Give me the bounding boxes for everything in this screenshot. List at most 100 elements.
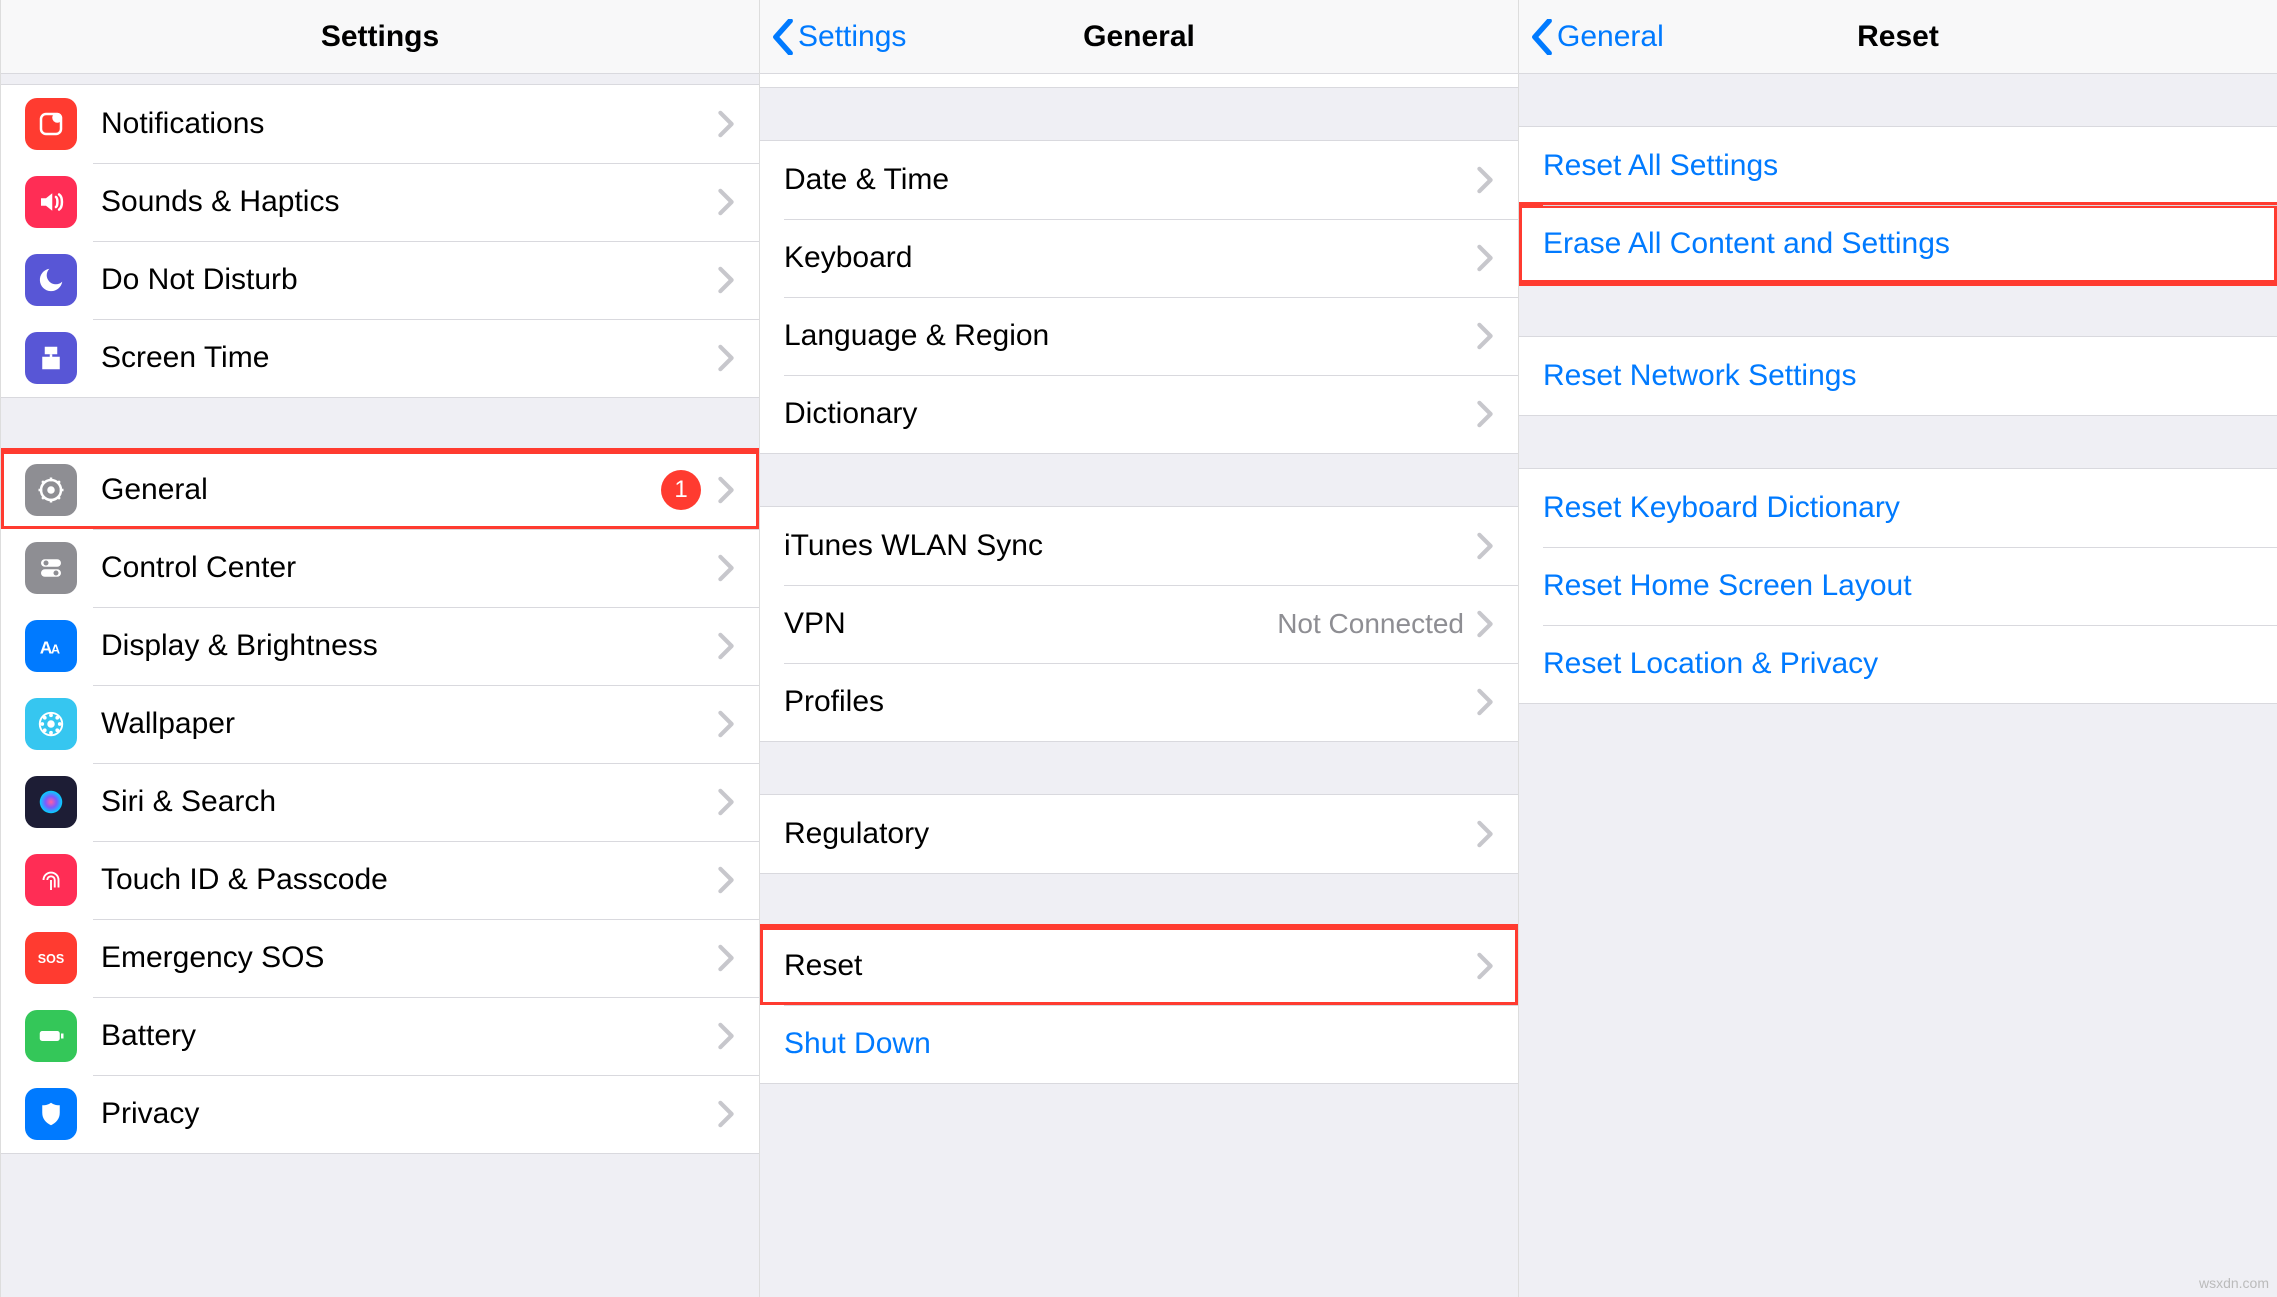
chevron-right-icon <box>717 788 735 816</box>
row-label: Siri & Search <box>101 785 717 819</box>
row-reset-keyboard-dictionary[interactable]: Reset Keyboard Dictionary <box>1519 469 2277 547</box>
chevron-right-icon <box>1476 688 1494 716</box>
row-touch-id-passcode[interactable]: Touch ID & Passcode <box>1 841 759 919</box>
back-button[interactable]: General <box>1519 19 1664 55</box>
group-general: General1 Control Center AA Display & Bright… <box>1 450 759 1154</box>
row-do-not-disturb[interactable]: Do Not Disturb <box>1 241 759 319</box>
nav-bar: General Reset <box>1519 0 2277 74</box>
row-label: Touch ID & Passcode <box>101 863 717 897</box>
row-reset-network-settings[interactable]: Reset Network Settings <box>1519 337 2277 415</box>
dnd-icon <box>25 254 77 306</box>
row-label: Erase All Content and Settings <box>1543 227 2253 261</box>
row-reset-all-settings[interactable]: Reset All Settings <box>1519 127 2277 205</box>
row-notifications[interactable]: Notifications <box>1 85 759 163</box>
row-label: Reset Keyboard Dictionary <box>1543 491 2253 525</box>
row-display-brightness[interactable]: AA Display & Brightness <box>1 607 759 685</box>
row-dictionary[interactable]: Dictionary <box>760 375 1518 453</box>
chevron-right-icon <box>717 632 735 660</box>
svg-text:SOS: SOS <box>38 952 64 966</box>
back-label: General <box>1557 20 1664 54</box>
row-label: Display & Brightness <box>101 629 717 663</box>
row-label: Privacy <box>101 1097 717 1131</box>
row-label: Reset All Settings <box>1543 149 2253 183</box>
settings-panel: Settings Notifications Sounds & Haptics Do… <box>0 0 759 1297</box>
row-battery[interactable]: Battery <box>1 997 759 1075</box>
row-label: Sounds & Haptics <box>101 185 717 219</box>
watermark: wsxdn.com <box>2199 1275 2269 1291</box>
chevron-right-icon <box>1476 400 1494 428</box>
row-label: General <box>101 473 661 507</box>
row-date-time[interactable]: Date & Time <box>760 141 1518 219</box>
nav-bar: Settings General <box>760 0 1518 74</box>
row-shut-down[interactable]: Shut Down <box>760 1005 1518 1083</box>
svg-text:A: A <box>51 643 60 657</box>
chevron-right-icon <box>1476 532 1494 560</box>
chevron-right-icon <box>717 344 735 372</box>
row-wallpaper[interactable]: Wallpaper <box>1 685 759 763</box>
chevron-right-icon <box>717 266 735 294</box>
chevron-right-icon <box>717 554 735 582</box>
row-keyboard[interactable]: Keyboard <box>760 219 1518 297</box>
row-language-region[interactable]: Language & Region <box>760 297 1518 375</box>
row-screen-time[interactable]: Screen Time <box>1 319 759 397</box>
touchid-icon <box>25 854 77 906</box>
battery-icon <box>25 1010 77 1062</box>
row-label: Profiles <box>784 685 1476 719</box>
row-label: Screen Time <box>101 341 717 375</box>
chevron-right-icon <box>717 944 735 972</box>
chevron-right-icon <box>1476 610 1494 638</box>
row-reset[interactable]: Reset <box>760 927 1518 1005</box>
general-icon <box>25 464 77 516</box>
sounds-icon <box>25 176 77 228</box>
row-erase-all-content-and-settings[interactable]: Erase All Content and Settings <box>1519 205 2277 283</box>
row-label: Language & Region <box>784 319 1476 353</box>
row-label: iTunes WLAN Sync <box>784 529 1476 563</box>
group-notifications: Notifications Sounds & Haptics Do Not Dist… <box>1 84 759 398</box>
row-itunes-wlan-sync[interactable]: iTunes WLAN Sync <box>760 507 1518 585</box>
row-label: Notifications <box>101 107 717 141</box>
controlcenter-icon <box>25 542 77 594</box>
chevron-right-icon <box>717 866 735 894</box>
back-button[interactable]: Settings <box>760 19 906 55</box>
row-label: Date & Time <box>784 163 1476 197</box>
row-emergency-sos[interactable]: SOS Emergency SOS <box>1 919 759 997</box>
row-label: Wallpaper <box>101 707 717 741</box>
row-label: Reset <box>784 949 1476 983</box>
sos-icon: SOS <box>25 932 77 984</box>
back-label: Settings <box>798 20 906 54</box>
row-regulatory[interactable]: Regulatory <box>760 795 1518 873</box>
row-label: Reset Location & Privacy <box>1543 647 2253 681</box>
chevron-right-icon <box>717 710 735 738</box>
row-label: Keyboard <box>784 241 1476 275</box>
row-label: Control Center <box>101 551 717 585</box>
wallpaper-icon <box>25 698 77 750</box>
row-sounds-haptics[interactable]: Sounds & Haptics <box>1 163 759 241</box>
chevron-left-icon <box>772 19 794 55</box>
row-profiles[interactable]: Profiles <box>760 663 1518 741</box>
chevron-right-icon <box>717 110 735 138</box>
row-privacy[interactable]: Privacy <box>1 1075 759 1153</box>
row-label: Emergency SOS <box>101 941 717 975</box>
nav-bar: Settings <box>1 0 759 74</box>
nav-title: Settings <box>1 20 759 54</box>
row-value: Not Connected <box>1277 608 1464 640</box>
display-icon: AA <box>25 620 77 672</box>
reset-panel: General Reset Reset All Settings Erase Al… <box>1518 0 2277 1297</box>
notifications-icon <box>25 98 77 150</box>
row-siri-search[interactable]: Siri & Search <box>1 763 759 841</box>
row-label: VPN <box>784 607 1277 641</box>
chevron-right-icon <box>717 476 735 504</box>
chevron-right-icon <box>1476 166 1494 194</box>
row-vpn[interactable]: VPNNot Connected <box>760 585 1518 663</box>
row-control-center[interactable]: Control Center <box>1 529 759 607</box>
chevron-right-icon <box>717 188 735 216</box>
screentime-icon <box>25 332 77 384</box>
chevron-right-icon <box>717 1100 735 1128</box>
chevron-right-icon <box>1476 244 1494 272</box>
row-reset-home-screen-layout[interactable]: Reset Home Screen Layout <box>1519 547 2277 625</box>
privacy-icon <box>25 1088 77 1140</box>
row-label: Do Not Disturb <box>101 263 717 297</box>
general-panel: Settings General Date & Time Keyboard Lang… <box>759 0 1518 1297</box>
row-reset-location-privacy[interactable]: Reset Location & Privacy <box>1519 625 2277 703</box>
row-general[interactable]: General1 <box>1 451 759 529</box>
